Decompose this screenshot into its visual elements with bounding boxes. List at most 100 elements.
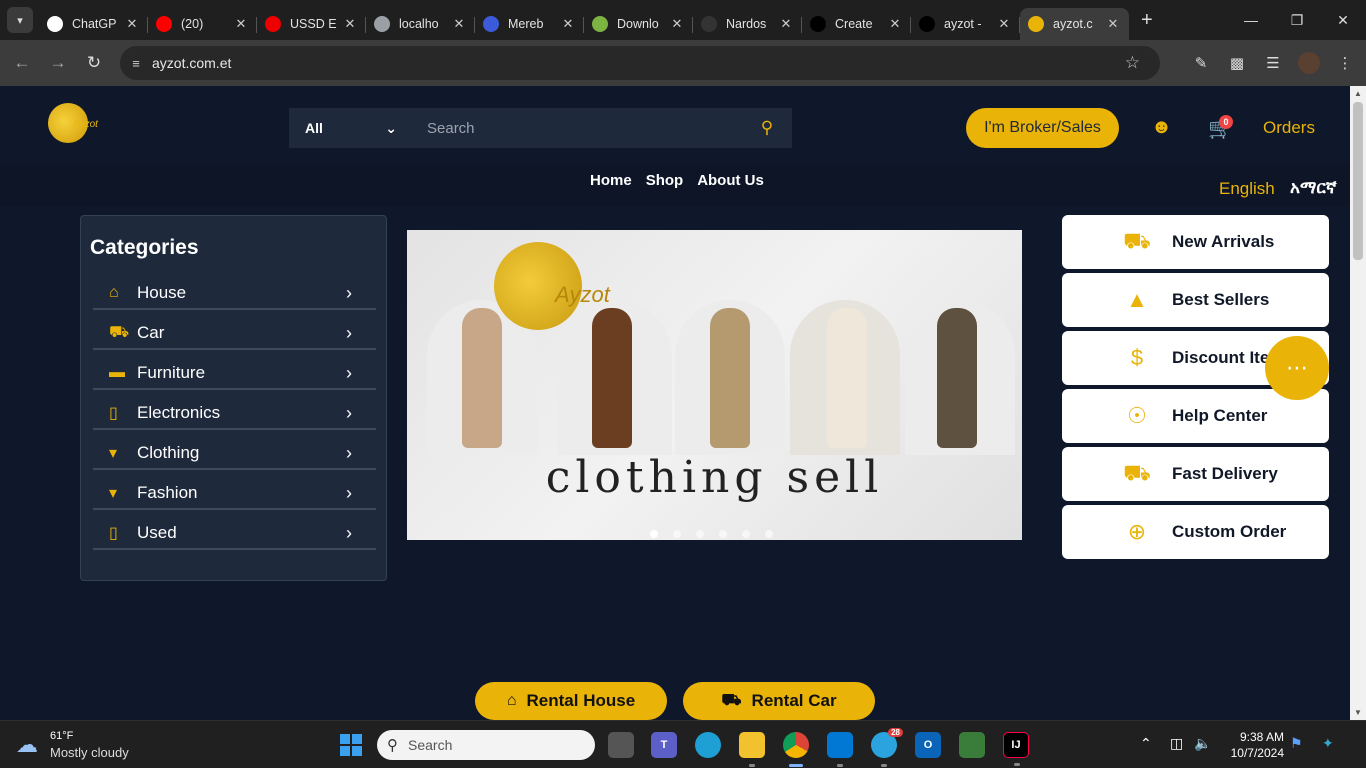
- page-scrollbar[interactable]: ▲ ▼: [1350, 86, 1366, 720]
- service-new-arrivals-button[interactable]: ⛟ New Arrivals: [1062, 215, 1329, 269]
- chevron-right-icon: ›: [346, 362, 352, 383]
- service-best-sellers-button[interactable]: ▲ Best Sellers: [1062, 273, 1329, 327]
- close-tab-icon[interactable]: ✕: [560, 16, 576, 32]
- rental-car-button[interactable]: ⛟ Rental Car: [683, 682, 875, 720]
- browser-tab[interactable]: (20) ✕: [148, 8, 257, 40]
- carousel-dot[interactable]: [765, 530, 773, 538]
- browser-tab[interactable]: ChatGP ✕: [39, 8, 148, 40]
- service-label: New Arrivals: [1172, 232, 1275, 251]
- extensions-icon[interactable]: ▩: [1226, 52, 1248, 74]
- browser-tab[interactable]: USSD E ✕: [257, 8, 366, 40]
- media-icon[interactable]: ☰: [1262, 52, 1284, 74]
- new-tab-button[interactable]: +: [1141, 9, 1153, 32]
- nav-link-home[interactable]: Home: [590, 172, 632, 189]
- service-custom-order-button[interactable]: ⊕ Custom Order: [1062, 505, 1329, 559]
- model-figure: [462, 308, 502, 448]
- close-tab-icon[interactable]: ✕: [669, 16, 685, 32]
- weather-temp[interactable]: 61°F: [50, 730, 73, 742]
- file-explorer-icon[interactable]: [739, 732, 765, 767]
- browser-tab[interactable]: Nardos ✕: [693, 8, 802, 40]
- tab-search-button[interactable]: ▾: [7, 7, 33, 33]
- network-icon[interactable]: ◫: [1170, 735, 1183, 752]
- taskbar-search[interactable]: ⚲ Search: [377, 730, 595, 760]
- bookmark-star-icon[interactable]: ☆: [1125, 53, 1140, 73]
- notification-bell-icon[interactable]: ⚑: [1290, 735, 1303, 752]
- minimize-button[interactable]: —: [1228, 0, 1274, 40]
- chrome-icon[interactable]: [783, 732, 809, 767]
- profile-avatar[interactable]: [1298, 52, 1320, 74]
- site-info-icon[interactable]: ≡: [120, 56, 152, 71]
- scroll-down-arrow[interactable]: ▼: [1350, 708, 1366, 717]
- browser-tab[interactable]: ayzot.c ✕: [1020, 8, 1129, 40]
- browser-tab[interactable]: Mereb ✕: [475, 8, 584, 40]
- category-item-house[interactable]: ⌂ House ›: [93, 278, 376, 310]
- orders-link[interactable]: Orders: [1263, 118, 1315, 138]
- browser-tab[interactable]: Downlo ✕: [584, 8, 693, 40]
- model-figure: [827, 308, 867, 448]
- edge-icon[interactable]: [695, 732, 721, 758]
- main-nav: Home Shop About Us English አማርኛ: [0, 164, 1350, 206]
- category-item-fashion[interactable]: ▾ Fashion ›: [93, 478, 376, 510]
- search-input[interactable]: Search: [413, 120, 742, 137]
- category-item-clothing[interactable]: ▾ Clothing ›: [93, 438, 376, 470]
- media-app-icon[interactable]: [959, 732, 985, 758]
- carousel-dot[interactable]: [673, 530, 681, 538]
- intellij-icon[interactable]: IJ: [1003, 732, 1029, 766]
- carousel-dot[interactable]: [696, 530, 704, 538]
- category-item-car[interactable]: ⛟ Car ›: [93, 318, 376, 350]
- nav-link-about-us[interactable]: About Us: [697, 172, 764, 189]
- close-tab-icon[interactable]: ✕: [124, 16, 140, 32]
- close-tab-icon[interactable]: ✕: [233, 16, 249, 32]
- lang-english-button[interactable]: English: [1219, 179, 1275, 199]
- close-tab-icon[interactable]: ✕: [887, 16, 903, 32]
- teams-icon[interactable]: T: [651, 732, 677, 758]
- start-button[interactable]: [340, 734, 362, 756]
- tray-overflow-icon[interactable]: ⌃: [1140, 735, 1152, 752]
- telegram-icon[interactable]: 28: [871, 728, 903, 767]
- browser-tab[interactable]: ayzot - ✕: [911, 8, 1020, 40]
- category-item-electronics[interactable]: ▯ Electronics ›: [93, 398, 376, 430]
- carousel-dot[interactable]: [742, 530, 750, 538]
- cart-plus-icon: ⊕: [1127, 519, 1147, 544]
- close-tab-icon[interactable]: ✕: [1105, 16, 1121, 32]
- carousel-dot[interactable]: [719, 530, 727, 538]
- vscode-icon[interactable]: [827, 732, 853, 767]
- reload-button[interactable]: ↻: [76, 53, 112, 73]
- rental-label: Rental House: [526, 691, 636, 710]
- scrollbar-thumb[interactable]: [1353, 102, 1363, 260]
- browser-menu-icon[interactable]: ⋮: [1334, 52, 1356, 74]
- scroll-up-arrow[interactable]: ▲: [1350, 89, 1366, 98]
- close-tab-icon[interactable]: ✕: [778, 16, 794, 32]
- chat-bubble-button[interactable]: ⋯: [1265, 336, 1329, 400]
- carousel-dot[interactable]: [650, 530, 658, 538]
- volume-icon[interactable]: 🔈: [1194, 735, 1211, 752]
- browser-tab[interactable]: Create ✕: [802, 8, 911, 40]
- outlook-icon[interactable]: O: [915, 732, 941, 758]
- copilot-icon[interactable]: ✦: [1322, 735, 1334, 752]
- rental-house-button[interactable]: ⌂ Rental House: [475, 682, 667, 720]
- lang-amharic-button[interactable]: አማርኛ: [1290, 178, 1337, 198]
- user-icon[interactable]: ☻: [1151, 116, 1172, 139]
- maximize-button[interactable]: ❐: [1274, 0, 1320, 40]
- broker-sales-button[interactable]: I'm Broker/Sales: [966, 108, 1119, 148]
- close-tab-icon[interactable]: ✕: [342, 16, 358, 32]
- category-select[interactable]: All ⌄: [289, 108, 413, 148]
- close-window-button[interactable]: ✕: [1320, 0, 1366, 40]
- model-figure: [937, 308, 977, 448]
- service-fast-delivery-button[interactable]: ⛟ Fast Delivery: [1062, 447, 1329, 501]
- category-item-furniture[interactable]: ▬ Furniture ›: [93, 358, 376, 390]
- browser-tab[interactable]: localho ✕: [366, 8, 475, 40]
- omnibox[interactable]: ≡ ayzot.com.et ☆: [120, 46, 1160, 80]
- category-item-used[interactable]: ▯ Used ›: [93, 518, 376, 550]
- forward-button[interactable]: →: [40, 53, 76, 73]
- pen-icon[interactable]: ✎: [1190, 52, 1212, 74]
- nav-link-shop[interactable]: Shop: [646, 172, 684, 189]
- search-icon[interactable]: ⚲: [742, 118, 792, 138]
- back-button[interactable]: ←: [4, 53, 40, 73]
- close-tab-icon[interactable]: ✕: [451, 16, 467, 32]
- task-view-icon[interactable]: [608, 732, 634, 758]
- cloud-icon[interactable]: ☁: [16, 732, 46, 757]
- close-tab-icon[interactable]: ✕: [996, 16, 1012, 32]
- weather-condition[interactable]: Mostly cloudy: [50, 745, 129, 760]
- system-clock[interactable]: 9:38 AM 10/7/2024: [1226, 729, 1284, 761]
